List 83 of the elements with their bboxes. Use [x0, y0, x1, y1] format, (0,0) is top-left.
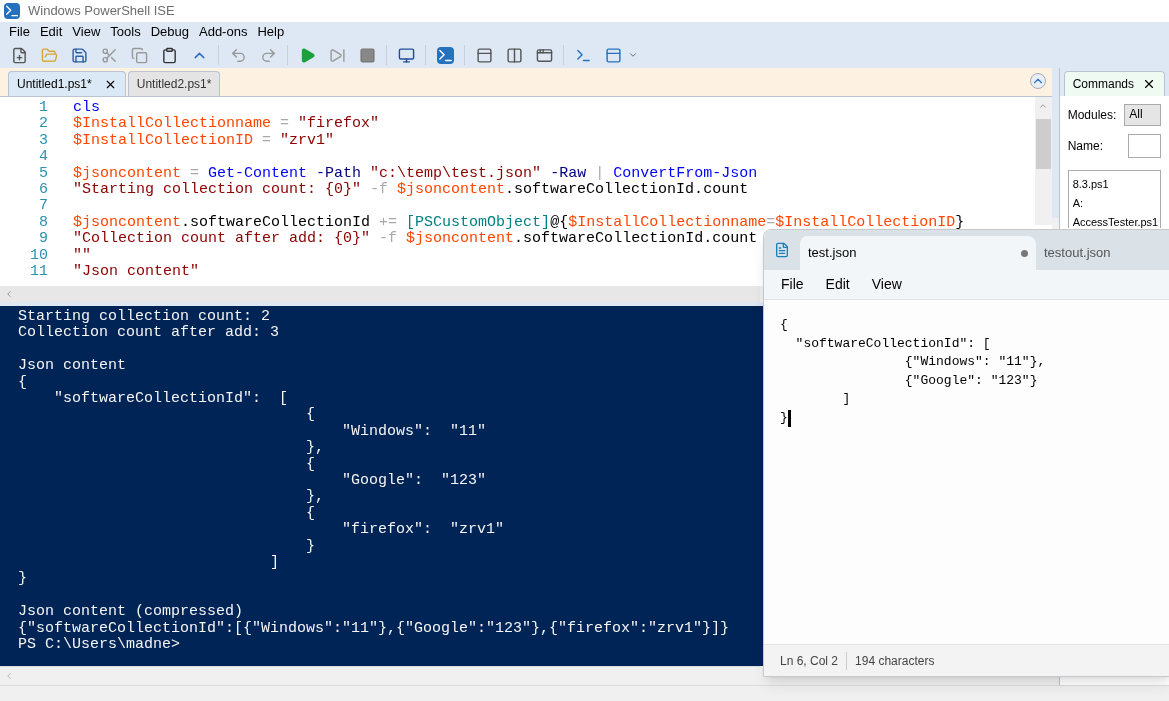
modules-dropdown[interactable]: All	[1124, 104, 1161, 126]
line-number: 6	[38, 182, 49, 199]
code-line: $InstallCollectionID = "zrv1"	[73, 132, 335, 150]
name-field[interactable]	[1127, 134, 1161, 158]
code-line: "Collection count after add: {0}" -f $jsoncontent.softwareCollectionId.count	[73, 231, 758, 248]
command-list[interactable]: 8.3.ps1 A: AccessTester.ps1	[1067, 170, 1161, 228]
menu-item[interactable]: File	[4, 22, 35, 42]
name-label: Name:	[1067, 138, 1104, 155]
menu-item[interactable]: View	[862, 274, 911, 295]
file-tab[interactable]: test.json	[800, 236, 1036, 270]
menu-item[interactable]: Help	[252, 22, 290, 42]
cursor-position: Ln 6, Col 2	[780, 651, 848, 670]
scroll-up-icon[interactable]	[1038, 101, 1049, 111]
command-item[interactable]: A:	[1072, 194, 1084, 213]
text-line: }	[780, 408, 788, 427]
console-line: Collection count after add: 3	[18, 325, 280, 342]
console-line: Starting collection count: 2	[18, 309, 271, 325]
code-line: $jsoncontent = Get-Content -Path "c:\temp\test.json" -Raw | ConvertFrom-Json	[73, 165, 758, 182]
line-number: 4	[38, 149, 49, 166]
console-line: ]	[269, 555, 280, 572]
console-line: PS C:\Users\madne>	[18, 637, 181, 654]
code-line: "Json content"	[73, 264, 200, 281]
window-title: Windows PowerShell ISE	[28, 2, 175, 21]
vertical-scrollbar[interactable]	[1034, 97, 1052, 225]
code-line: $jsoncontent.softwareCollectionId += [PSCustomObject]@{$InstallCollectionname=$InstallCollectionID}	[73, 214, 965, 231]
script-tab[interactable]: Untitled2.ps1*	[127, 71, 221, 96]
menu-item[interactable]: Add-ons	[194, 22, 253, 42]
line-number: 9	[38, 231, 49, 248]
console-line: },	[305, 440, 325, 457]
console-line: {	[305, 456, 316, 474]
console-line: {"softwareCollectionId":[{"Windows":"11"},{"Google":"123"},{"firefox":"zrv1"}]}	[18, 620, 730, 637]
console-line: {	[305, 505, 316, 523]
console-line: "softwareCollectionId": [	[53, 391, 289, 408]
modules-label: Modules:	[1067, 107, 1117, 124]
text-line: "softwareCollectionId": [	[794, 334, 991, 353]
app-icon	[4, 3, 20, 19]
file-tab[interactable]: testout.json	[1036, 236, 1156, 270]
text-line: {"Google": "123"}	[903, 371, 1038, 390]
text-area[interactable]: { "softwareCollectionId": [ {"Windows": "11"}, {"Google": "123"} ] }	[764, 300, 1169, 644]
line-number: 5	[38, 165, 49, 183]
code-line: ""	[73, 247, 91, 264]
menu-item[interactable]: Edit	[34, 22, 68, 42]
command-item[interactable]: AccessTester.ps1	[1072, 213, 1159, 228]
commands-tab[interactable]: Commands	[1063, 71, 1165, 96]
collapse-icon[interactable]	[1029, 73, 1046, 89]
line-number: 11	[29, 264, 49, 281]
line-number: 1	[38, 100, 49, 117]
code-line: $InstallCollectionname = "firefox"	[73, 116, 380, 133]
console-line: "firefox": "zrv1"	[341, 522, 505, 539]
line-number: 10	[29, 247, 49, 265]
menu-item[interactable]: Edit	[816, 274, 859, 295]
console-line: }	[305, 538, 316, 556]
console-line: Json content	[18, 358, 127, 375]
console-line: Json content (compressed)	[18, 604, 244, 621]
console-line: {	[305, 407, 316, 424]
code-line: cls	[73, 100, 100, 116]
line-number: 3	[38, 132, 49, 150]
menu-item[interactable]: File	[772, 274, 813, 295]
horizontal-scrollbar[interactable]	[0, 286, 760, 302]
scroll-left-icon[interactable]	[4, 670, 14, 681]
overflow-icon[interactable]	[628, 50, 638, 60]
menu-item[interactable]: Tools	[105, 22, 146, 42]
menu-item[interactable]: View	[67, 22, 106, 42]
console-line: {	[18, 374, 27, 391]
script-tab[interactable]: Untitled1.ps1*	[8, 71, 126, 96]
scroll-left-icon[interactable]	[4, 289, 14, 299]
menu-item[interactable]: Debug	[145, 22, 194, 42]
text-line: {"Windows": "11"},	[903, 353, 1046, 372]
line-number: 7	[38, 198, 49, 215]
console-line: },	[305, 489, 325, 506]
command-item[interactable]: 8.3.ps1	[1072, 175, 1109, 194]
code-line: "Starting collection count: {0}" -f $jsoncontent.softwareCollectionId.count	[73, 182, 749, 199]
character-count: 194 characters	[854, 652, 935, 670]
console-line: "Windows": "11"	[341, 423, 487, 441]
line-number: 2	[38, 116, 49, 133]
text-line: ]	[841, 390, 851, 409]
close-icon[interactable]	[1142, 77, 1156, 91]
console-line: "Google": "123"	[341, 473, 487, 490]
text-cursor	[787, 409, 791, 427]
text-line: {	[780, 316, 788, 334]
notepad-icon	[774, 242, 790, 258]
line-number: 8	[38, 214, 49, 232]
console-line: }	[18, 571, 27, 588]
